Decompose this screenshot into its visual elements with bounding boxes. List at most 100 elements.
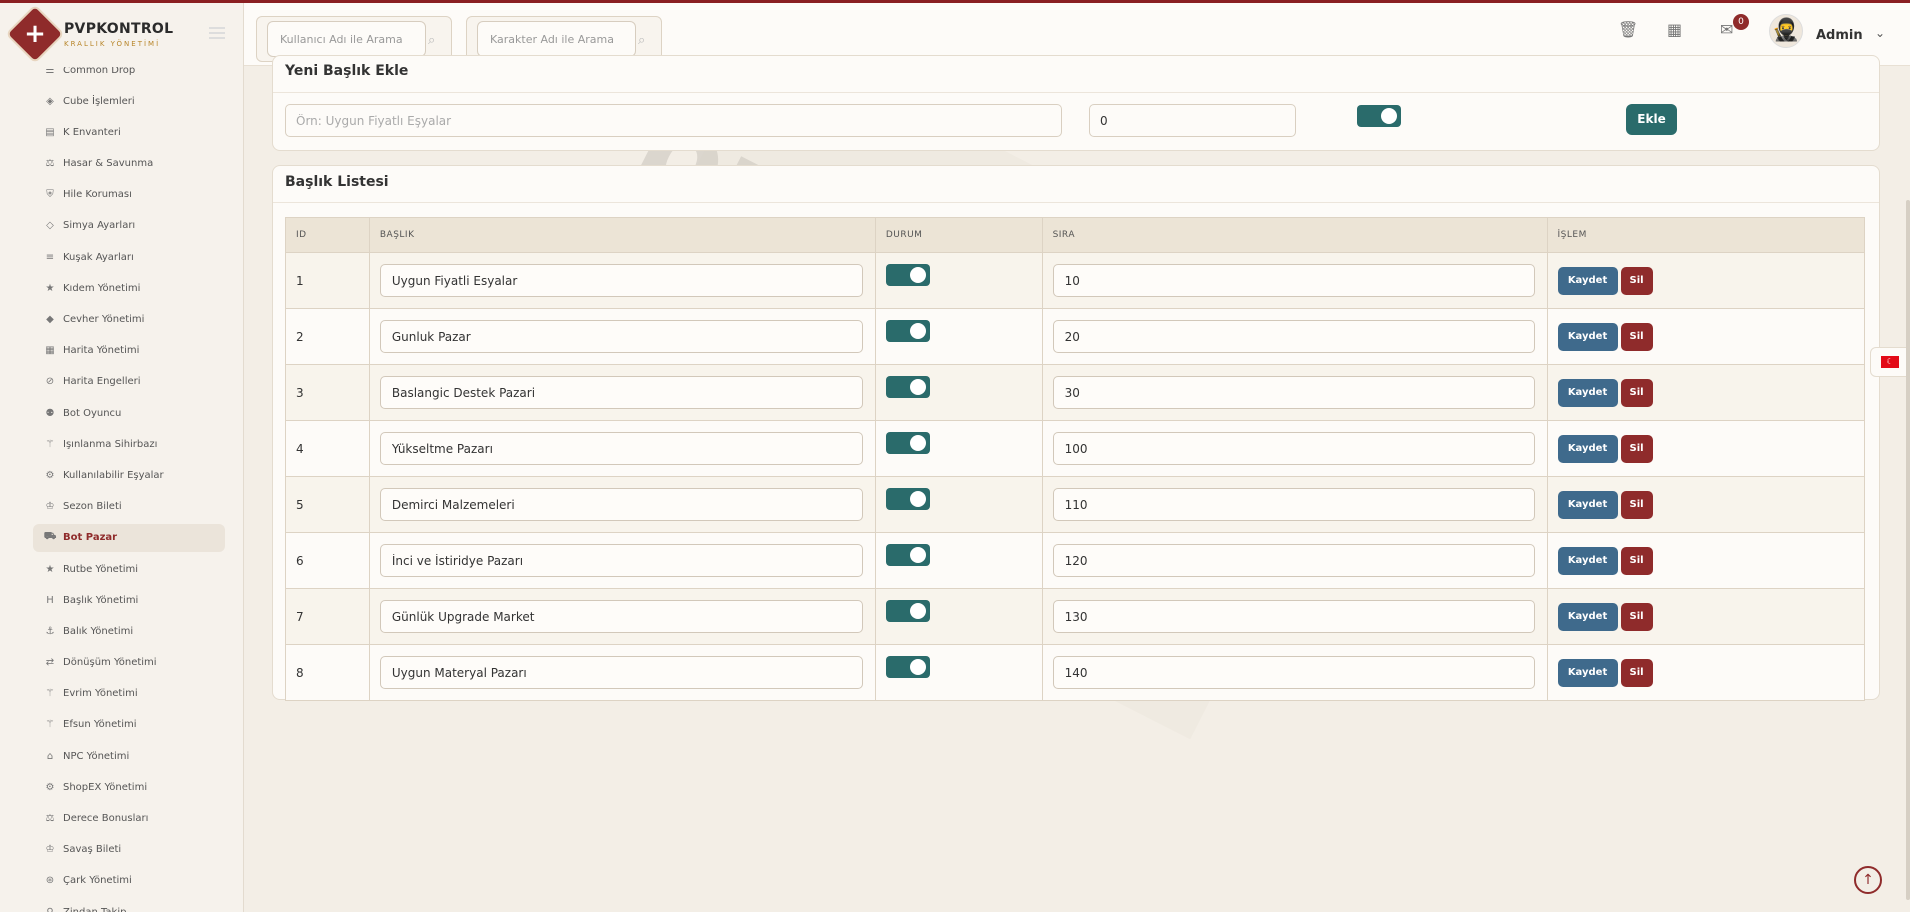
status-toggle[interactable] [885, 263, 930, 286]
sidebar-item[interactable]: ♔ Savaş Bileti [33, 836, 225, 864]
cell-id: 3 [285, 364, 370, 421]
order-input[interactable] [1052, 488, 1535, 521]
delete-button[interactable]: Sil [1620, 434, 1653, 463]
sidebar-item[interactable]: ⚲ Zindan Takip [33, 898, 225, 912]
scrollbar[interactable] [1906, 200, 1910, 900]
sidebar-item-label: Simya Ayarları [63, 220, 136, 232]
title-input[interactable] [379, 488, 863, 521]
save-button[interactable]: Kaydet [1557, 434, 1618, 463]
chart-icon[interactable]: ✉ [1720, 20, 1733, 39]
calendar-icon[interactable]: ▦ [1667, 20, 1682, 39]
save-button[interactable]: Kaydet [1557, 378, 1618, 407]
status-toggle[interactable] [885, 655, 930, 678]
admin-name[interactable]: Admin [1816, 28, 1863, 43]
sidebar-item[interactable]: ⚓ Balık Yönetimi [33, 617, 225, 645]
sidebar-item-label: ShopEX Yönetimi [63, 781, 148, 793]
title-input[interactable] [379, 376, 863, 409]
save-button[interactable]: Kaydet [1557, 546, 1618, 575]
delete-button[interactable]: Sil [1620, 602, 1653, 631]
wand-icon: ⚚ [45, 438, 55, 450]
sidebar-item[interactable]: ⚙ Kullanılabilir Eşyalar [33, 461, 225, 489]
save-button[interactable]: Kaydet [1557, 266, 1618, 295]
order-input[interactable] [1052, 656, 1535, 689]
search-icon[interactable]: ⌕ [428, 33, 435, 48]
cell-order [1041, 476, 1548, 533]
sidebar-item-label: Efsun Yönetimi [63, 719, 137, 731]
delete-button[interactable]: Sil [1620, 490, 1653, 519]
user-search-input[interactable] [267, 21, 426, 57]
sidebar-item[interactable]: ⚖ Hasar & Savunma [33, 150, 225, 178]
sidebar-item[interactable]: ⊛ Çark Yönetimi [33, 867, 225, 895]
sidebar-item[interactable]: ◆ Cevher Yönetimi [33, 306, 225, 334]
sidebar-item[interactable]: ◈ Cube İşlemleri [33, 87, 225, 115]
order-input[interactable] [1052, 600, 1535, 633]
sidebar-item[interactable]: ▤ K Envanteri [33, 118, 225, 146]
status-toggle[interactable] [885, 375, 930, 398]
cell-order [1041, 420, 1548, 477]
new-title-input[interactable] [285, 104, 1062, 137]
sidebar-item[interactable]: ⊘ Harita Engelleri [33, 368, 225, 396]
save-button[interactable]: Kaydet [1557, 322, 1618, 351]
notification-badge: 0 [1733, 14, 1749, 30]
sidebar-item[interactable]: ⚚ Evrim Yönetimi [33, 680, 225, 708]
search-icon[interactable]: ⌕ [638, 33, 645, 48]
character-search-input[interactable] [477, 21, 636, 57]
delete-button[interactable]: Sil [1620, 266, 1653, 295]
cell-status [874, 308, 1043, 365]
status-toggle[interactable] [885, 431, 930, 454]
status-toggle[interactable] [885, 319, 930, 342]
sidebar-item-label: Evrim Yönetimi [63, 688, 138, 700]
title-input[interactable] [379, 432, 863, 465]
title-input[interactable] [379, 544, 863, 577]
trash-icon[interactable]: 🗑 [1618, 20, 1638, 39]
sidebar-item[interactable]: ⚉ Bot Oyuncu [33, 399, 225, 427]
delete-button[interactable]: Sil [1620, 322, 1653, 351]
sidebar-item[interactable]: ⚚ Efsun Yönetimi [33, 711, 225, 739]
delete-button[interactable]: Sil [1620, 378, 1653, 407]
sidebar-item[interactable]: ⛨ Hile Koruması [33, 181, 225, 209]
cell-status [874, 420, 1043, 477]
sidebar-item[interactable]: ⌂ NPC Yönetimi [33, 742, 225, 770]
cell-actions: Kaydet Sil [1546, 308, 1866, 365]
status-toggle[interactable] [885, 599, 930, 622]
save-button[interactable]: Kaydet [1557, 490, 1618, 519]
save-button[interactable]: Kaydet [1557, 602, 1618, 631]
new-status-toggle[interactable] [1357, 105, 1401, 127]
sidebar-item[interactable]: ⚖ Derece Bonusları [33, 805, 225, 833]
add-button[interactable]: Ekle [1626, 104, 1677, 135]
sidebar-item[interactable]: ♔ Sezon Bileti [33, 493, 225, 521]
sidebar-item[interactable]: ★ Kıdem Yönetimi [33, 274, 225, 302]
delete-button[interactable]: Sil [1620, 658, 1653, 687]
hamburger-icon[interactable] [209, 27, 225, 39]
new-order-input[interactable] [1089, 104, 1296, 137]
save-button[interactable]: Kaydet [1557, 658, 1618, 687]
avatar[interactable]: 🥷 [1769, 14, 1803, 48]
sidebar-item-label: Balık Yönetimi [63, 625, 134, 637]
sidebar-item[interactable]: ≡ Kuşak Ayarları [33, 243, 225, 271]
title-input[interactable] [379, 320, 863, 353]
order-input[interactable] [1052, 432, 1535, 465]
sidebar-item[interactable]: ★ Rutbe Yönetimi [33, 555, 225, 583]
scroll-top-button[interactable]: ↑ [1854, 866, 1882, 894]
title-input[interactable] [379, 264, 863, 297]
sidebar-item[interactable]: H Başlık Yönetimi [33, 586, 225, 614]
sidebar-item[interactable]: ⚚ Işınlanma Sihirbazı [33, 430, 225, 458]
status-toggle[interactable] [885, 487, 930, 510]
sidebar-item[interactable]: ▦ Harita Yönetimi [33, 337, 225, 365]
title-input[interactable] [379, 600, 863, 633]
brand-subtitle: KRALLIK YÖNETİMİ [64, 40, 161, 48]
order-input[interactable] [1052, 376, 1535, 409]
status-toggle[interactable] [885, 543, 930, 566]
sidebar-item[interactable]: ◇ Simya Ayarları [33, 212, 225, 240]
sidebar-item[interactable]: ⚙ ShopEX Yönetimi [33, 773, 225, 801]
language-selector[interactable]: ☾ [1870, 347, 1910, 377]
title-input[interactable] [379, 656, 863, 689]
scale-icon: ⚖ [45, 813, 55, 824]
chevron-down-icon[interactable]: ⌄ [1875, 26, 1885, 40]
order-input[interactable] [1052, 264, 1535, 297]
sidebar-item[interactable]: ⛟ Bot Pazar [33, 523, 225, 552]
order-input[interactable] [1052, 544, 1535, 577]
order-input[interactable] [1052, 320, 1535, 353]
sidebar-item[interactable]: ⇄ Dönüşüm Yönetimi [33, 649, 225, 677]
delete-button[interactable]: Sil [1620, 546, 1653, 575]
